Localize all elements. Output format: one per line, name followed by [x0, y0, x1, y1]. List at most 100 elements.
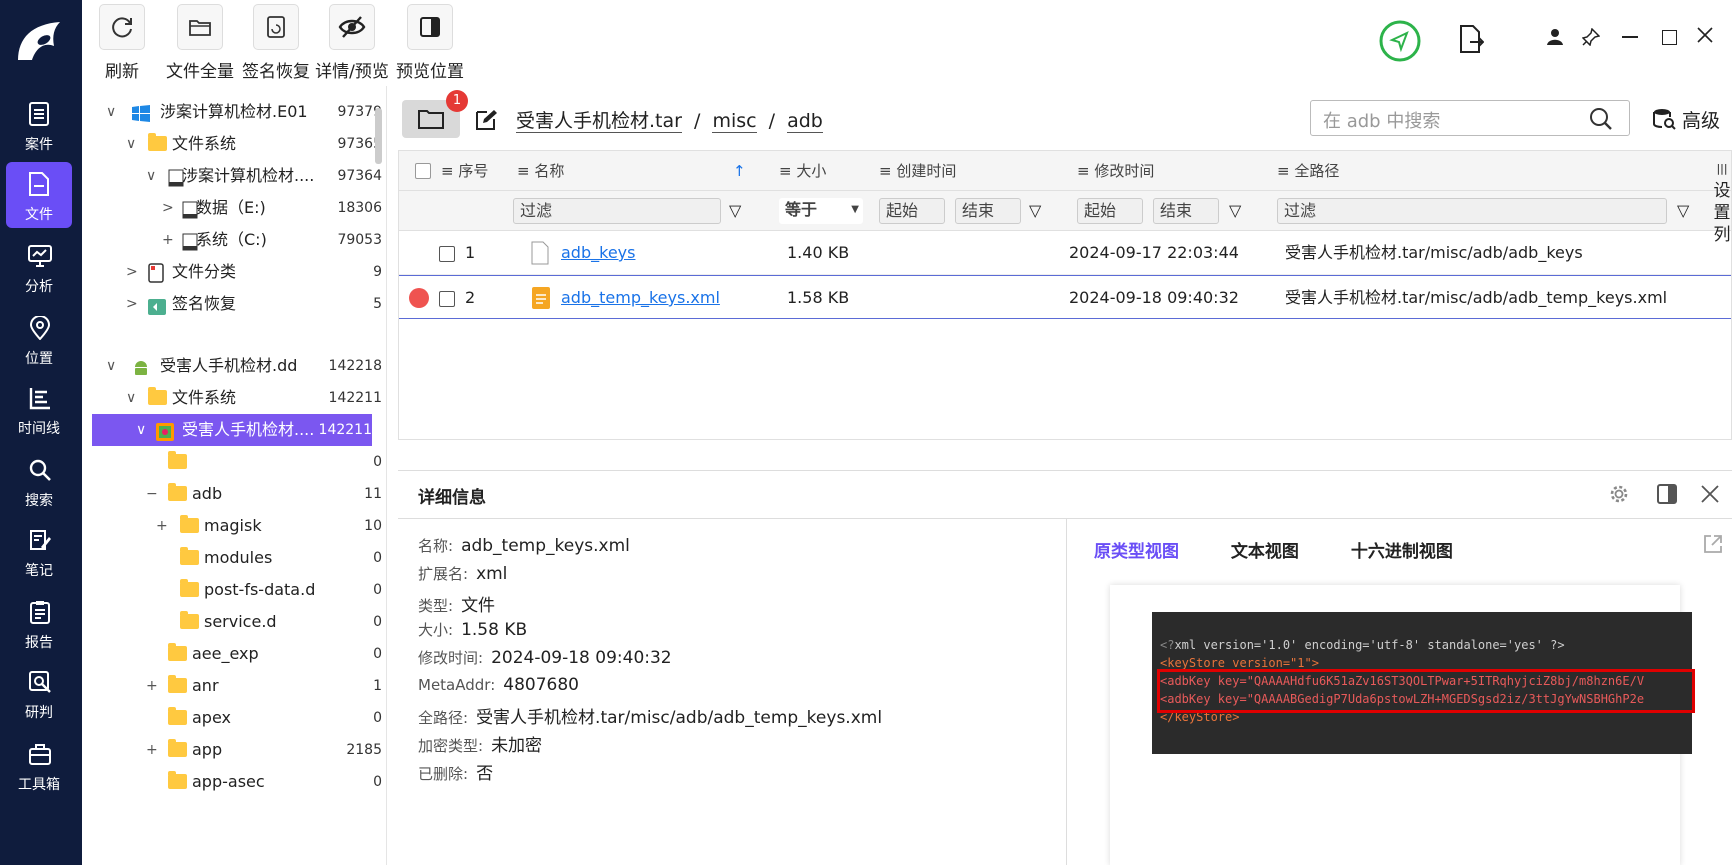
created-end-input[interactable]: 结束 [955, 198, 1021, 224]
table-row-selected[interactable]: 2 adb_temp_keys.xml 1.58 KB 2024-09-18 0… [399, 275, 1731, 319]
pin-button[interactable] [1581, 27, 1601, 50]
file-name-link[interactable]: adb_keys [561, 231, 635, 275]
column-settings-tab[interactable]: ||| 设置列 [1712, 158, 1732, 246]
tree-node[interactable]: post-fs-data.d 0 [92, 574, 382, 606]
breadcrumb-item[interactable]: 受害人手机检材.tar [516, 110, 682, 133]
filter-icon[interactable]: ▽ [1029, 201, 1041, 220]
tab-hex-view[interactable]: 十六进制视图 [1351, 542, 1453, 562]
tree-toggle-icon[interactable]: + [156, 510, 168, 542]
tree-toggle-icon[interactable]: − [146, 478, 158, 510]
minimize-button[interactable] [1622, 36, 1638, 38]
select-all-checkbox[interactable] [415, 163, 431, 179]
col-modified[interactable]: ≡ 修改时间 [1077, 151, 1154, 191]
tree-node[interactable]: ∨ 文件系统 97365 [92, 128, 382, 160]
filter-icon[interactable]: ▽ [1677, 201, 1689, 220]
folder-view-button[interactable]: 1 [402, 90, 468, 138]
tree-toggle-icon[interactable]: ∨ [126, 382, 136, 414]
sort-asc-icon[interactable]: ↑ [733, 151, 746, 191]
tree-node[interactable]: aee_exp 0 [92, 638, 382, 670]
external-open-icon[interactable] [1702, 533, 1724, 555]
tree-toggle-icon[interactable]: ∨ [106, 350, 116, 382]
tree-node[interactable]: + magisk 10 [92, 510, 382, 542]
maximize-button[interactable] [1662, 30, 1677, 45]
sig-recover-button[interactable]: 签名恢复 [238, 4, 314, 82]
user-button[interactable] [1546, 28, 1564, 50]
nav-item-toolbox[interactable]: 工具箱 [6, 732, 72, 798]
panel-right-icon[interactable] [1656, 483, 1678, 505]
size-operator-select[interactable]: 等于 ▼ [779, 198, 863, 224]
gear-icon[interactable] [1608, 483, 1630, 505]
breadcrumb-item[interactable]: adb [787, 110, 823, 133]
nav-item-report[interactable]: 报告 [6, 590, 72, 656]
tree-toggle-icon[interactable]: + [162, 224, 174, 256]
tab-native-view[interactable]: 原类型视图 [1094, 542, 1179, 562]
search-input[interactable]: 在 adb 中搜索 [1323, 107, 1440, 133]
detail-preview-button[interactable]: 详情/预览 [314, 4, 390, 82]
tree-node[interactable]: ∨ 涉案计算机检材.E01 97379 [92, 96, 382, 128]
nav-item-analysis[interactable]: 分析 [6, 234, 72, 300]
tree-toggle-icon[interactable]: ∨ [146, 160, 156, 192]
tree-node[interactable]: > 签名恢复 5 [92, 288, 382, 320]
status-circle-button[interactable] [1379, 20, 1421, 66]
col-created[interactable]: ≡ 创建时间 [879, 151, 956, 191]
file-all-button[interactable]: 文件全量 [162, 4, 238, 82]
tree-node[interactable]: + 系统（C:) 79053 [92, 224, 382, 256]
col-size[interactable]: ≡ 大小 [779, 151, 826, 191]
tree-node-label: app-asec [192, 772, 265, 791]
row-checkbox[interactable] [439, 290, 455, 307]
tree-node[interactable]: > 文件分类 9 [92, 256, 382, 288]
filter-icon[interactable]: ▽ [729, 201, 741, 220]
tree-scrollbar[interactable] [375, 108, 382, 164]
tree-node[interactable]: ∨ 受害人手机检材.dd 142218 [92, 350, 382, 382]
tree-toggle-icon[interactable]: > [126, 256, 138, 288]
preview-pos-button[interactable]: 预览位置 [392, 4, 468, 82]
tree-node[interactable]: > 数据（E:) 18306 [92, 192, 382, 224]
path-filter-input[interactable]: 过滤 [1277, 198, 1667, 224]
refresh-button[interactable]: 刷新 [99, 4, 145, 82]
col-fullpath[interactable]: ≡ 全路径 [1277, 151, 1339, 191]
nav-item-file[interactable]: 文件 [6, 162, 72, 228]
tree-node[interactable]: − adb 11 [92, 478, 382, 510]
advanced-search-button[interactable]: 高级 [1652, 106, 1720, 133]
nav-item-case[interactable]: 案件 [6, 92, 72, 158]
filter-icon[interactable]: ▽ [1229, 201, 1241, 220]
nav-item-location[interactable]: 位置 [6, 306, 72, 372]
tree-toggle-icon[interactable]: + [146, 734, 158, 766]
col-index[interactable]: ≡ 序号 [441, 151, 488, 191]
tree-node[interactable]: + app 2185 [92, 734, 382, 766]
nav-item-search[interactable]: 搜索 [6, 448, 72, 514]
nav-item-notes[interactable]: 笔记 [6, 518, 72, 584]
table-row[interactable]: 1 adb_keys 1.40 KB 2024-09-17 22:03:44 受… [399, 231, 1731, 275]
tree-toggle-icon[interactable]: + [146, 670, 158, 702]
export-button[interactable] [1458, 24, 1485, 58]
tab-text-view[interactable]: 文本视图 [1231, 542, 1299, 562]
col-name[interactable]: ≡ 名称 [517, 151, 564, 191]
tree-node[interactable]: apex 0 [92, 702, 382, 734]
created-start-input[interactable]: 起始 [879, 198, 945, 224]
tree-node[interactable]: ∨ 文件系统 142211 [92, 382, 382, 414]
close-button[interactable] [1696, 26, 1714, 48]
tree-node[interactable]: modules 0 [92, 542, 382, 574]
nav-item-timeline[interactable]: 时间线 [6, 376, 72, 442]
row-checkbox[interactable] [439, 245, 455, 262]
tree-toggle-icon[interactable]: ∨ [126, 128, 136, 160]
tree-node[interactable]: ∨ 受害人手机检材.... 142211 [92, 414, 372, 446]
tree-node[interactable]: ∨ 涉案计算机检材.... 97364 [92, 160, 382, 192]
close-icon[interactable] [1700, 484, 1720, 504]
tree-toggle-icon[interactable]: ∨ [136, 414, 146, 446]
modified-end-input[interactable]: 结束 [1153, 198, 1219, 224]
modified-start-input[interactable]: 起始 [1077, 198, 1143, 224]
tree-node[interactable]: 0 [92, 446, 382, 478]
file-name-link[interactable]: adb_temp_keys.xml [561, 276, 720, 320]
tree-node[interactable]: + anr 1 [92, 670, 382, 702]
search-box[interactable]: 在 adb 中搜索 [1310, 100, 1630, 136]
breadcrumb-item[interactable]: misc [712, 110, 757, 133]
name-filter-input[interactable]: 过滤 [513, 198, 721, 224]
tree-node[interactable]: service.d 0 [92, 606, 382, 638]
nav-item-judge[interactable]: 研判 [6, 660, 72, 726]
tree-node[interactable]: app-asec 0 [92, 766, 382, 798]
tree-toggle-icon[interactable]: > [126, 288, 138, 320]
edit-icon[interactable] [474, 108, 498, 132]
tree-toggle-icon[interactable]: ∨ [106, 96, 116, 128]
tree-toggle-icon[interactable]: > [162, 192, 174, 224]
